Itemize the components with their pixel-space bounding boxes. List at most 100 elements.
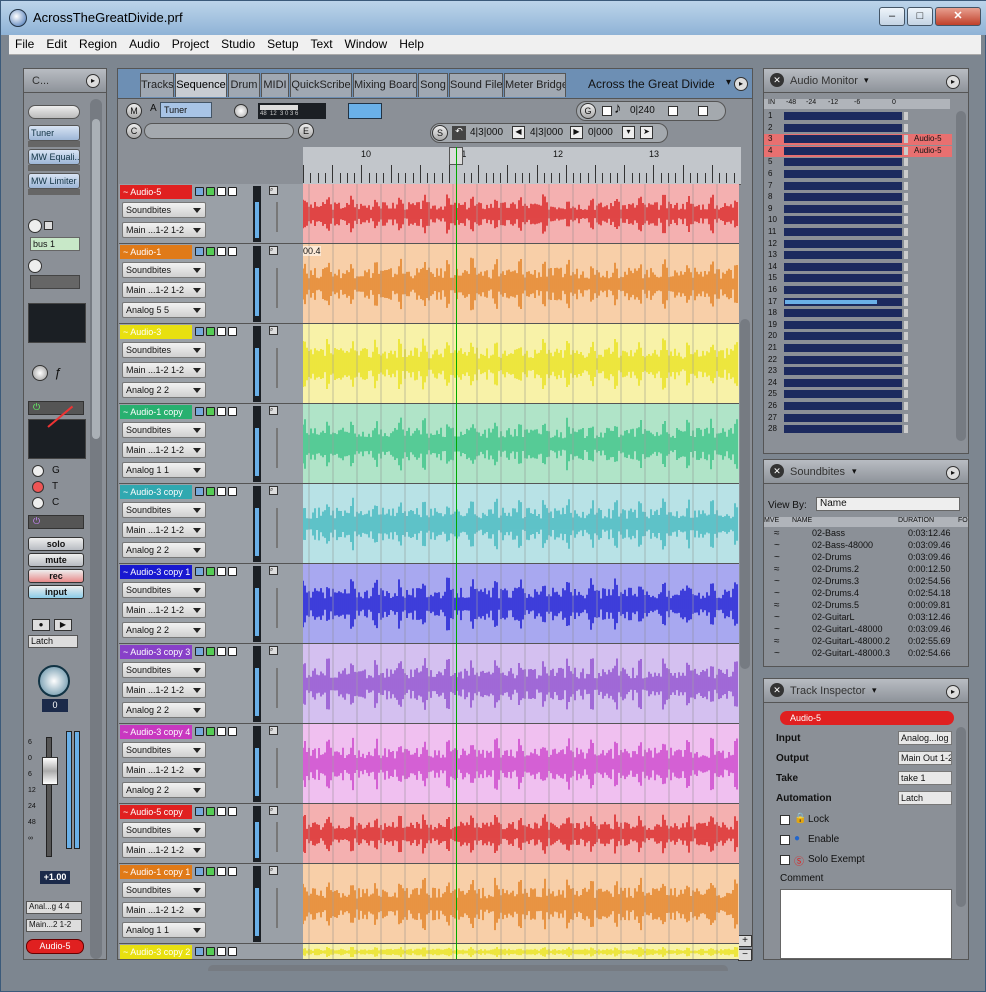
- soundbite-row[interactable]: ≈02-GuitarL-48000.2 0:02:55.69: [764, 636, 964, 648]
- channel-strip-tab-label[interactable]: C...: [32, 75, 49, 87]
- track-field-select[interactable]: Analog 1 1: [122, 462, 206, 478]
- track-lane[interactable]: [303, 564, 739, 644]
- dyn-power-toggle[interactable]: ⏻: [28, 515, 84, 529]
- menu-file[interactable]: File: [9, 35, 40, 53]
- automation-mode-select[interactable]: Latch: [28, 635, 78, 648]
- input-button[interactable]: [228, 407, 237, 416]
- soundbites-title[interactable]: Soundbites: [790, 466, 845, 478]
- track-zoom-icon[interactable]: ⌕: [269, 866, 278, 875]
- tab-mixing-board[interactable]: Mixing Board: [353, 73, 417, 97]
- soundbite-row[interactable]: ~02-GuitarL-48000 0:03:09.46: [764, 624, 964, 636]
- soundbite-row[interactable]: ~02-Drums.4 0:02:54.18: [764, 588, 964, 600]
- knob-g[interactable]: [32, 465, 44, 477]
- track-field-select[interactable]: Main ...1-2 1-2: [122, 902, 206, 918]
- track-header[interactable]: ~ Audio-1 Soundbites Main ...1-2 1-2 Analog…: [119, 244, 303, 324]
- soundbite-row[interactable]: ≈02-Bass 0:03:12.46: [764, 528, 964, 540]
- track-name[interactable]: ~ Audio-3 copy: [120, 485, 192, 499]
- tab-drum[interactable]: Drum: [228, 73, 260, 97]
- track-name[interactable]: ~ Audio-5: [120, 185, 192, 199]
- sequence-dropdown-icon[interactable]: ▾: [726, 77, 731, 88]
- next-locator-icon[interactable]: ▶: [570, 126, 583, 139]
- track-field-select[interactable]: Analog 2 2: [122, 382, 206, 398]
- input-button[interactable]: [228, 567, 237, 576]
- input-button[interactable]: [228, 947, 237, 956]
- tab-sequence[interactable]: Sequence: [175, 73, 227, 97]
- input-button[interactable]: [228, 727, 237, 736]
- tab-meter-bridge[interactable]: Meter Bridge: [504, 73, 566, 97]
- track-lane[interactable]: [303, 184, 739, 244]
- track-zoom-icon[interactable]: ⌕: [269, 246, 278, 255]
- track-field-select[interactable]: Soundbites: [122, 582, 206, 598]
- track-field-select[interactable]: Soundbites: [122, 882, 206, 898]
- track-zoom-icon[interactable]: ⌕: [269, 406, 278, 415]
- track-header[interactable]: ~ Audio-5 Soundbites Main ...1-2 1-2 ⌕: [119, 184, 303, 244]
- track-volume-slider[interactable]: [276, 888, 278, 928]
- track-field-select[interactable]: Soundbites: [122, 742, 206, 758]
- track-name[interactable]: ~ Audio-1: [120, 245, 192, 259]
- tab-song[interactable]: Song: [418, 73, 448, 97]
- s-button[interactable]: S: [432, 125, 448, 141]
- monitor-button[interactable]: [195, 327, 204, 336]
- track-header[interactable]: ~ Audio-3 copy 1 Soundbites Main ...1-2 1-…: [119, 564, 303, 644]
- record-button[interactable]: [217, 647, 226, 656]
- soundbite-row[interactable]: ~02-Bass-48000 0:03:09.46: [764, 540, 964, 552]
- panel-menu-icon[interactable]: ▸: [946, 75, 960, 89]
- column-header[interactable]: FO: [958, 517, 968, 524]
- input-route[interactable]: Anal...g 4 4: [26, 901, 82, 914]
- monitor-button[interactable]: [195, 947, 204, 956]
- input-button[interactable]: [228, 867, 237, 876]
- monitor-button[interactable]: [195, 247, 204, 256]
- locator-end[interactable]: 4|3|000: [530, 127, 563, 138]
- track-zoom-icon[interactable]: ⌕: [269, 806, 278, 815]
- menu-window[interactable]: Window: [339, 35, 394, 53]
- track-lane[interactable]: [303, 944, 739, 960]
- track-name[interactable]: ~ Audio-3 copy 1: [120, 565, 192, 579]
- knob-t[interactable]: [32, 481, 44, 493]
- track-zoom-icon[interactable]: ⌕: [269, 566, 278, 575]
- input-gain-knob[interactable]: [234, 104, 248, 118]
- play-enable-button[interactable]: [206, 947, 215, 956]
- checkbox-solo-exempt[interactable]: [780, 855, 790, 865]
- track-field-select[interactable]: Main ...1-2 1-2: [122, 522, 206, 538]
- cursor-tool-icon[interactable]: ➤: [640, 126, 653, 139]
- track-zoom-icon[interactable]: ⌕: [269, 326, 278, 335]
- input-button[interactable]: [228, 807, 237, 816]
- checkbox-lock[interactable]: [780, 815, 790, 825]
- soundbite-row[interactable]: ≈02-Drums.2 0:00:12.50: [764, 564, 964, 576]
- knob-c[interactable]: [32, 497, 44, 509]
- track-volume-slider[interactable]: [276, 268, 278, 308]
- record-automation-button[interactable]: ●: [32, 619, 50, 631]
- track-field-select[interactable]: Main ...1-2 1-2: [122, 602, 206, 618]
- soundbite-row[interactable]: ~02-GuitarL-48000.3 0:02:54.66: [764, 648, 964, 660]
- locator-start[interactable]: 4|3|000: [470, 127, 503, 138]
- track-field-select[interactable]: Analog 1 1: [122, 922, 206, 938]
- mute-button[interactable]: mute: [28, 553, 84, 567]
- monitor-button[interactable]: [195, 647, 204, 656]
- track-header[interactable]: ~ Audio-1 copy Soundbites Main ...1-2 1-2 A…: [119, 404, 303, 484]
- record-button[interactable]: [217, 947, 226, 956]
- input-button[interactable]: [228, 247, 237, 256]
- track-name[interactable]: ~ Audio-3 copy 3: [120, 645, 192, 659]
- send-mute-button[interactable]: [44, 221, 53, 230]
- track-name[interactable]: ~ Audio-3 copy 2: [120, 945, 192, 959]
- track-field-select[interactable]: Soundbites: [122, 262, 206, 278]
- track-lane[interactable]: [303, 324, 739, 404]
- play-enable-button[interactable]: [206, 727, 215, 736]
- inspector-field-automation[interactable]: Latch: [898, 791, 952, 805]
- track-field-select[interactable]: Soundbites: [122, 422, 206, 438]
- track-field-select[interactable]: Analog 2 2: [122, 782, 206, 798]
- locator-length[interactable]: 0|000: [588, 127, 613, 138]
- track-field-select[interactable]: Soundbites: [122, 202, 206, 218]
- eq-knob[interactable]: [32, 365, 48, 381]
- inspector-scrollbar[interactable]: [956, 727, 966, 907]
- soundbite-row[interactable]: ≈02-Drums.5 0:00:09.81: [764, 600, 964, 612]
- c-button[interactable]: C: [126, 123, 142, 139]
- monitor-scrollbar[interactable]: [956, 111, 966, 441]
- loop-checkbox[interactable]: [668, 106, 678, 116]
- track-zoom-icon[interactable]: ⌕: [269, 646, 278, 655]
- record-button[interactable]: [217, 407, 226, 416]
- panel-menu-icon[interactable]: ▸: [946, 466, 960, 480]
- comment-textarea[interactable]: [780, 889, 952, 959]
- monitor-button[interactable]: [195, 487, 204, 496]
- checkbox-enable[interactable]: [780, 835, 790, 845]
